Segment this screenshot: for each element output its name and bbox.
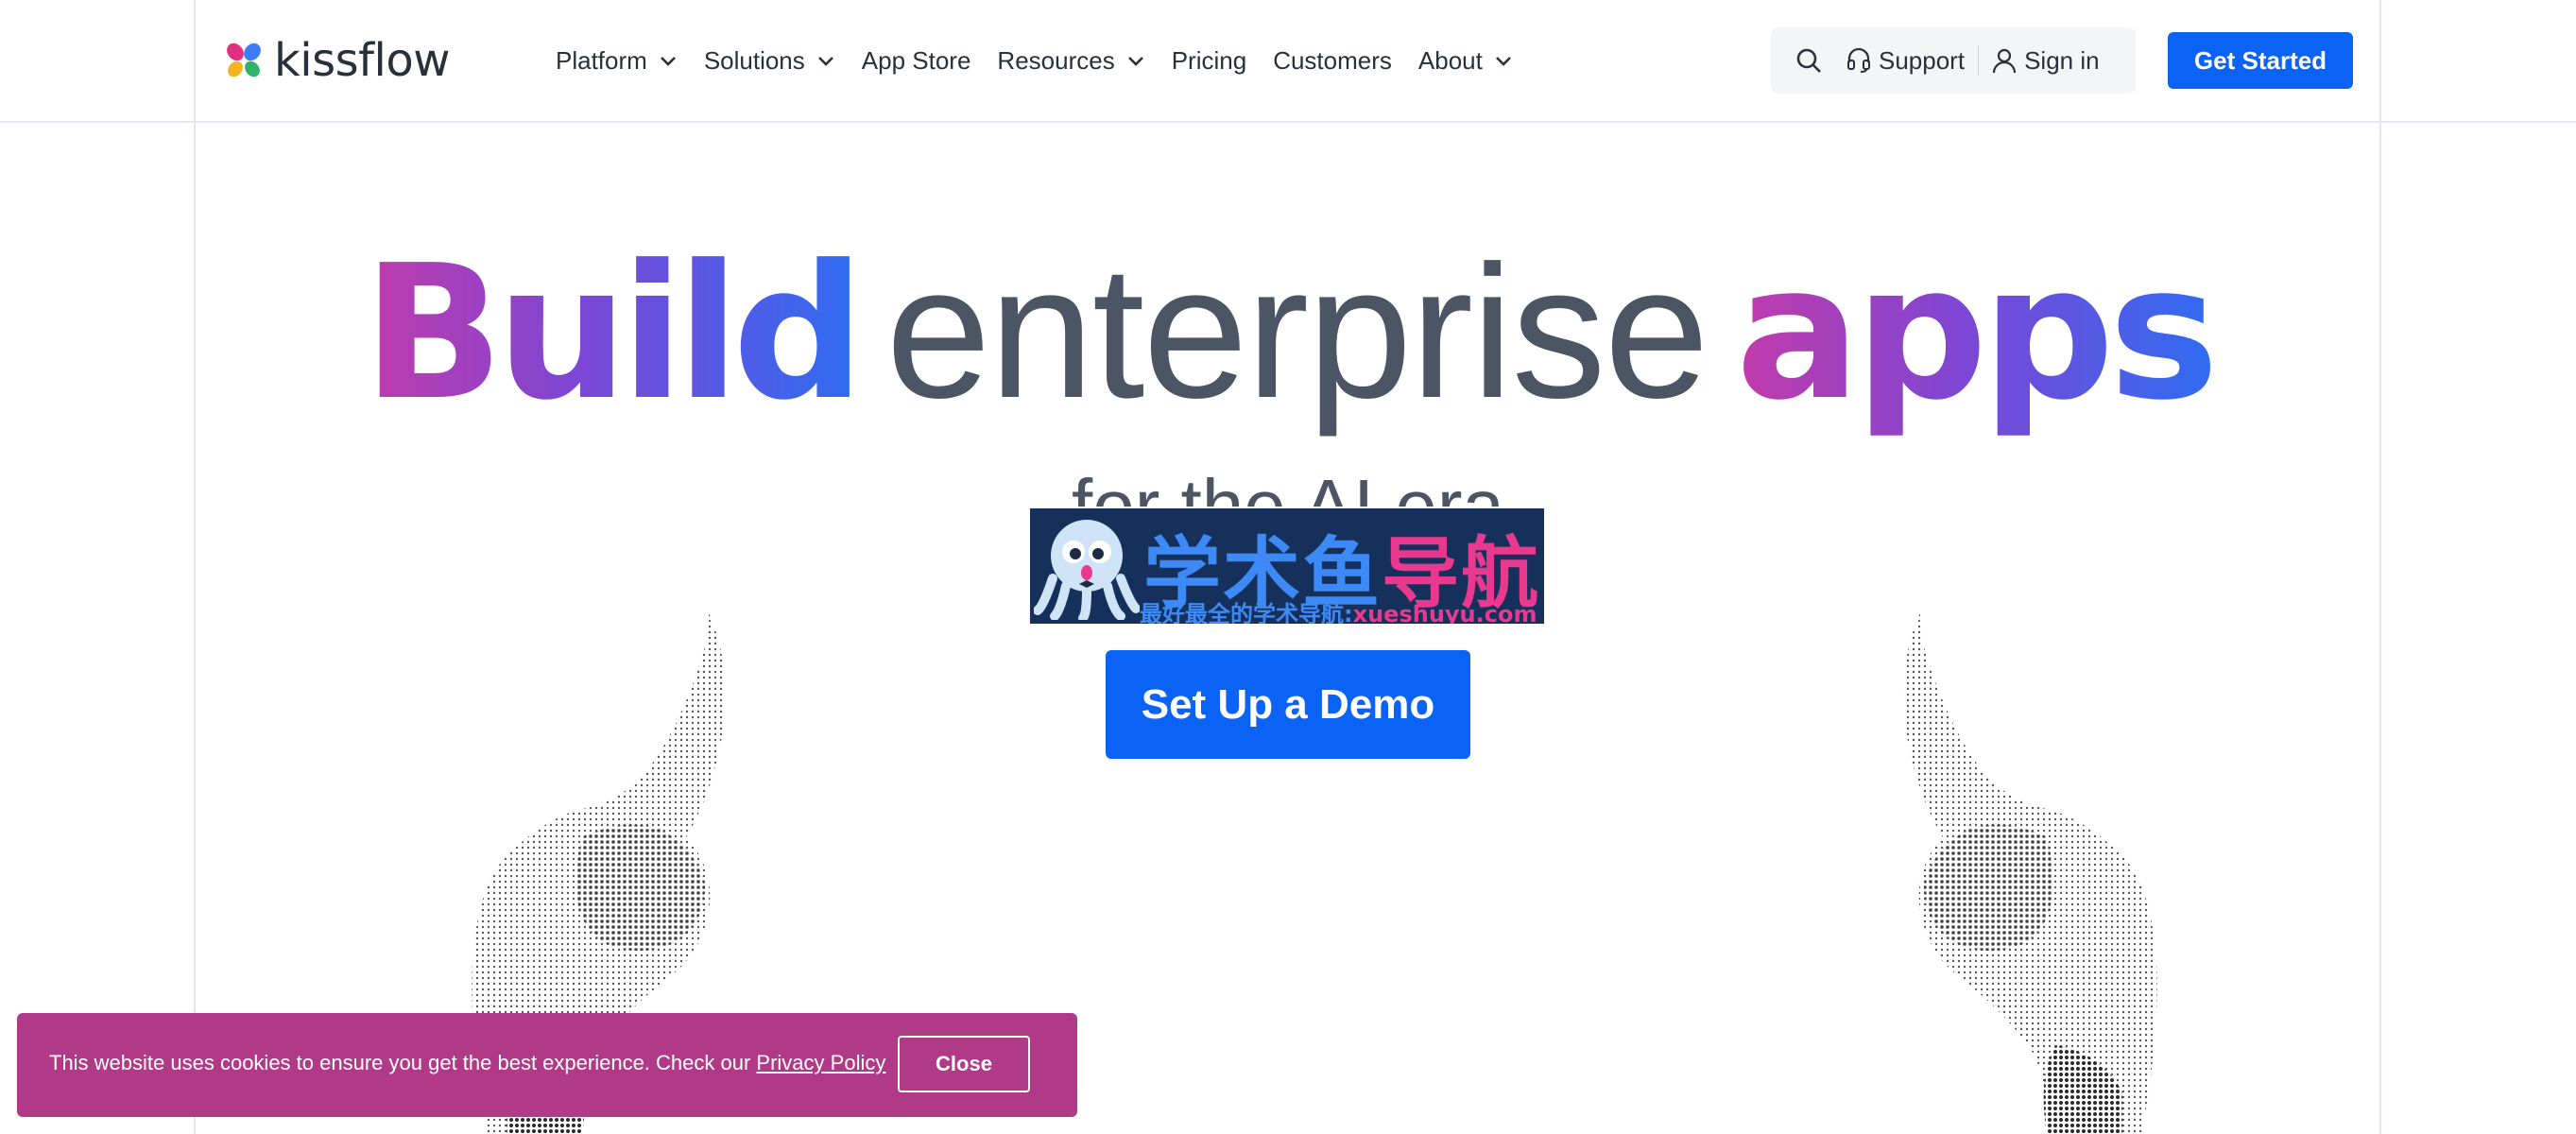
watermark-sub-part2: xueshuyu.com: [1352, 601, 1537, 624]
site-header: kissflow Platform Solutions App Store Re…: [0, 0, 2576, 121]
nav-resources[interactable]: Resources: [997, 46, 1144, 76]
nav-solutions[interactable]: Solutions: [704, 46, 835, 76]
nav-label: Platform: [556, 45, 647, 75]
get-started-button[interactable]: Get Started: [2168, 32, 2353, 89]
headset-icon: [1847, 47, 1870, 73]
nav-label: Solutions: [703, 45, 805, 75]
cookie-message: This website uses cookies to ensure you …: [49, 1051, 885, 1075]
nav-label: Customers: [1273, 45, 1392, 75]
chevron-down-icon: [1495, 57, 1511, 66]
chevron-down-icon: [660, 57, 676, 66]
nav-pricing[interactable]: Pricing: [1172, 46, 1246, 76]
support-label: Support: [1879, 45, 1966, 75]
hero-word-apps: apps: [1735, 226, 2220, 441]
chevron-down-icon: [1127, 57, 1143, 66]
privacy-policy-link[interactable]: Privacy Policy: [756, 1051, 885, 1074]
support-link[interactable]: Support: [1846, 46, 1965, 76]
octopus-mascot-icon: [1034, 520, 1140, 620]
signin-label: Sign in: [2024, 45, 2100, 75]
hero-subtitle: for the AI era: [0, 465, 2576, 507]
header-divider: [0, 121, 2576, 123]
hero-word-build: Build: [362, 226, 866, 441]
watermark-subtitle: 最好最全的学术导航:xueshuyu.com: [1140, 595, 1537, 624]
main-nav: Platform Solutions App Store Resources P…: [556, 38, 1539, 83]
nav-about[interactable]: About: [1418, 46, 1513, 76]
nav-customers[interactable]: Customers: [1273, 46, 1392, 76]
nav-label: About: [1417, 45, 1483, 75]
search-icon: [1796, 48, 1821, 73]
cookie-close-button[interactable]: Close: [898, 1036, 1030, 1092]
utility-bar: Support Sign in: [1771, 27, 2136, 94]
right-hand-illustration: [1903, 605, 2157, 1134]
nav-label: Pricing: [1171, 45, 1247, 75]
watermark-sub-part1: 最好最全的学术导航:: [1140, 601, 1353, 624]
hero-word-enterprise: enterprise: [885, 227, 1709, 438]
user-icon: [1992, 48, 2017, 74]
frame-line-right: [2379, 0, 2381, 1134]
watermark-banner: 学术鱼导航 最好最全的学术导航:xueshuyu.com: [1030, 508, 1544, 624]
nav-app-store[interactable]: App Store: [862, 46, 971, 76]
logo-wordmark: kissflow: [274, 34, 451, 87]
setup-demo-button[interactable]: Set Up a Demo: [1106, 650, 1470, 759]
nav-label: Resources: [997, 45, 1115, 75]
nav-platform[interactable]: Platform: [556, 46, 678, 76]
hero-title: Build enterprise apps: [0, 238, 2576, 427]
kissflow-logo[interactable]: kissflow: [223, 34, 451, 87]
butterfly-logo-icon: [227, 43, 261, 77]
frame-line-left: [194, 0, 196, 1134]
chevron-down-icon: [817, 57, 833, 66]
utility-separator: [1978, 45, 1980, 76]
nav-label: App Store: [861, 45, 971, 75]
signin-link[interactable]: Sign in: [1992, 46, 2100, 76]
search-button[interactable]: [1771, 27, 1846, 94]
cookie-text: This website uses cookies to ensure you …: [49, 1051, 751, 1074]
cookie-banner: This website uses cookies to ensure you …: [17, 1013, 1077, 1117]
